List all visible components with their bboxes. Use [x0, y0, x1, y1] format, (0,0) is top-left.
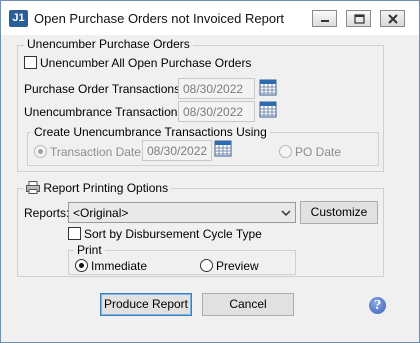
report-dialog-window: J1 Open Purchase Orders not Invoiced Rep…	[0, 0, 420, 343]
radio-selected-dot	[38, 149, 43, 154]
customize-button-label: Customize	[310, 205, 368, 219]
preview-radio[interactable]	[200, 259, 213, 272]
cancel-button[interactable]: Cancel	[202, 293, 294, 316]
po-transactions-label: Purchase Order Transactions:	[24, 82, 184, 96]
minimize-button[interactable]	[312, 10, 337, 27]
unencumbrance-calendar-button[interactable]	[259, 100, 278, 120]
po-date-label: PO Date	[295, 145, 342, 159]
preview-label: Preview	[216, 259, 259, 273]
help-icon[interactable]: ?	[369, 297, 386, 314]
sort-by-disbursement-label: Sort by Disbursement Cycle Type	[84, 227, 262, 241]
unencumber-all-checkbox[interactable]	[24, 56, 37, 69]
close-button[interactable]	[380, 10, 405, 27]
chevron-down-icon	[281, 210, 291, 217]
customize-button[interactable]: Customize	[300, 201, 378, 224]
po-date-radio[interactable]	[279, 145, 292, 158]
transaction-date-calendar-button[interactable]	[214, 139, 233, 159]
radio-selected-dot	[79, 263, 84, 268]
cancel-label: Cancel	[229, 297, 267, 311]
calendar-icon	[259, 79, 277, 96]
report-options-label: Report Printing Options	[43, 181, 169, 195]
produce-report-button[interactable]: Produce Report	[100, 293, 192, 316]
sort-by-disbursement-checkbox[interactable]	[68, 227, 81, 240]
po-transactions-calendar-button[interactable]	[259, 78, 278, 98]
transaction-date-radio[interactable]	[34, 145, 47, 158]
title-bar: J1 Open Purchase Orders not Invoiced Rep…	[1, 1, 419, 35]
calendar-icon	[259, 101, 277, 118]
reports-dropdown[interactable]: <Original>	[68, 202, 296, 223]
reports-label: Reports:	[24, 206, 70, 220]
unencumber-all-label: Unencumber All Open Purchase Orders	[40, 56, 252, 70]
immediate-label: Immediate	[91, 259, 148, 273]
minimize-icon	[321, 20, 329, 22]
j1-app-icon: J1	[9, 10, 28, 27]
printer-icon	[26, 181, 40, 194]
create-unencumbrance-title: Create Unencumbrance Transactions Using	[31, 125, 270, 139]
window-title: Open Purchase Orders not Invoiced Report	[34, 11, 285, 26]
produce-report-label: Produce Report	[103, 297, 189, 311]
unencumbrance-transactions-label: Unencumbrance Transactions:	[24, 105, 187, 119]
maximize-button[interactable]	[346, 10, 371, 27]
unencumbrance-transactions-date-field[interactable]: 08/30/2022	[178, 101, 255, 122]
unencumber-group-title: Unencumber Purchase Orders	[24, 37, 193, 51]
print-group-title: Print	[74, 243, 105, 257]
maximize-icon	[354, 14, 365, 24]
calendar-icon	[214, 140, 232, 157]
report-options-title: Report Printing Options	[24, 181, 172, 195]
transaction-date-field[interactable]: 08/30/2022	[142, 140, 212, 161]
close-icon	[388, 14, 398, 24]
immediate-radio[interactable]	[75, 259, 88, 272]
reports-dropdown-value: <Original>	[73, 206, 129, 220]
po-transactions-date-field[interactable]: 08/30/2022	[178, 78, 255, 99]
transaction-date-label: Transaction Date:	[50, 145, 145, 159]
